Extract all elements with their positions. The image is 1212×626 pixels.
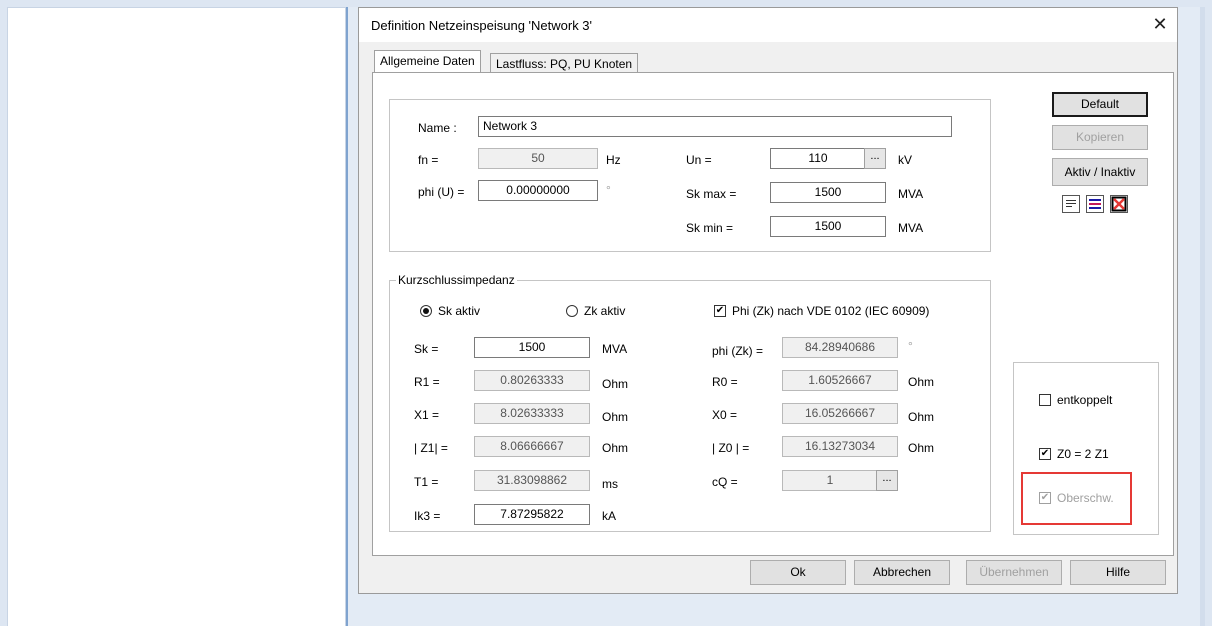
list-view-icon[interactable] <box>1062 195 1080 213</box>
z0-label: | Z0 | = <box>712 441 750 455</box>
phi-vde-label[interactable]: Phi (Zk) nach VDE 0102 (IEC 60909) <box>732 304 929 318</box>
short-circuit-group: Kurzschlussimpedanz Sk aktiv Zk aktiv ✔ … <box>389 273 991 532</box>
dialog-title: Definition Netzeinspeisung 'Network 3' <box>371 18 593 33</box>
x0-label: X0 = <box>712 408 738 422</box>
dialog-titlebar: Definition Netzeinspeisung 'Network 3' ✕ <box>359 8 1177 42</box>
sk-aktiv-radio[interactable] <box>420 305 432 317</box>
x0-field: 16.05266667 <box>782 403 898 424</box>
un-browse-button[interactable]: ... <box>864 148 886 169</box>
name-label: Name : <box>418 121 457 135</box>
z1-unit: Ohm <box>602 441 629 455</box>
tab-lastfluss[interactable]: Lastfluss: PQ, PU Knoten <box>490 53 639 74</box>
skmax-label: Sk max = <box>686 187 737 201</box>
r0-unit: Ohm <box>908 375 935 389</box>
r1-field: 0.80263333 <box>474 370 590 391</box>
r1-label: R1 = <box>414 375 440 389</box>
phi-u-label: phi (U) = <box>418 185 465 199</box>
x1-field: 8.02633333 <box>474 403 590 424</box>
entkoppelt-label[interactable]: entkoppelt <box>1057 393 1112 407</box>
phi-u-unit: ° <box>606 183 611 197</box>
z1-label: | Z1| = <box>414 441 448 455</box>
phi-zk-label: phi (Zk) = <box>712 344 764 358</box>
entkoppelt-checkbox[interactable] <box>1039 394 1051 406</box>
phi-u-input[interactable]: 0.00000000 <box>478 180 598 201</box>
z0-unit: Ohm <box>908 441 935 455</box>
sk-label: Sk = <box>414 342 439 356</box>
short-circuit-group-label: Kurzschlussimpedanz <box>396 273 517 287</box>
skmax-unit: MVA <box>898 187 924 201</box>
tab-panel: Name : Network 3 fn = 50 Hz phi (U) = 0.… <box>372 72 1174 556</box>
fn-field: 50 <box>478 148 598 169</box>
hilfe-button[interactable]: Hilfe <box>1070 560 1166 585</box>
sk-unit: MVA <box>602 342 628 356</box>
r0-label: R0 = <box>712 375 738 389</box>
cq-field: 1 <box>782 470 878 491</box>
tab-allgemeine-daten[interactable]: Allgemeine Daten <box>374 50 481 74</box>
oberschw-checkbox[interactable]: ✔ <box>1039 492 1051 504</box>
kopieren-button[interactable]: Kopieren <box>1052 125 1148 150</box>
general-data-group: Name : Network 3 fn = 50 Hz phi (U) = 0.… <box>389 99 991 252</box>
oberschw-label[interactable]: Oberschw. <box>1057 491 1114 505</box>
ik3-unit: kA <box>602 509 617 523</box>
fn-label: fn = <box>418 153 439 167</box>
x1-label: X1 = <box>414 408 440 422</box>
phi-zk-field: 84.28940686 <box>782 337 898 358</box>
zk-aktiv-radio[interactable] <box>566 305 578 317</box>
name-input[interactable]: Network 3 <box>478 116 952 137</box>
skmin-label: Sk min = <box>686 221 734 235</box>
aktiv-inaktiv-button[interactable]: Aktiv / Inaktiv <box>1052 158 1148 186</box>
un-unit: kV <box>898 153 913 167</box>
z0-2z1-label[interactable]: Z0 = 2 Z1 <box>1057 447 1109 461</box>
x0-unit: Ohm <box>908 410 935 424</box>
fn-unit: Hz <box>606 153 621 167</box>
options-group: entkoppelt ✔ Z0 = 2 Z1 ✔ Oberschw. <box>1013 362 1159 535</box>
skmax-input[interactable]: 1500 <box>770 182 886 203</box>
sk-input[interactable]: 1500 <box>474 337 590 358</box>
close-icon[interactable]: ✕ <box>1149 13 1171 35</box>
ik3-input[interactable]: 7.87295822 <box>474 504 590 525</box>
r0-field: 1.60526667 <box>782 370 898 391</box>
skmin-unit: MVA <box>898 221 924 235</box>
t1-unit: ms <box>602 477 618 491</box>
z0-2z1-checkbox[interactable]: ✔ <box>1039 448 1051 460</box>
phi-vde-checkbox[interactable]: ✔ <box>714 305 726 317</box>
zk-aktiv-label[interactable]: Zk aktiv <box>584 304 625 318</box>
x1-unit: Ohm <box>602 410 629 424</box>
phi-zk-unit: ° <box>908 339 913 353</box>
cq-browse-button[interactable]: ... <box>876 470 898 491</box>
default-button[interactable]: Default <box>1052 92 1148 117</box>
abbrechen-button[interactable]: Abbrechen <box>854 560 950 585</box>
un-label: Un = <box>686 153 712 167</box>
skmin-input[interactable]: 1500 <box>770 216 886 237</box>
color-bars-icon[interactable] <box>1086 195 1104 213</box>
delete-icon[interactable] <box>1110 195 1128 213</box>
z0-field: 16.13273034 <box>782 436 898 457</box>
ok-button[interactable]: Ok <box>750 560 846 585</box>
t1-field: 31.83098862 <box>474 470 590 491</box>
left-pane <box>7 7 346 626</box>
un-input[interactable]: 110 <box>770 148 866 169</box>
sk-aktiv-label[interactable]: Sk aktiv <box>438 304 480 318</box>
scrollbar-track[interactable] <box>1200 7 1205 626</box>
r1-unit: Ohm <box>602 377 629 391</box>
cq-label: cQ = <box>712 475 738 489</box>
t1-label: T1 = <box>414 475 439 489</box>
ik3-label: Ik3 = <box>414 509 441 523</box>
z1-field: 8.06666667 <box>474 436 590 457</box>
network-definition-dialog: Definition Netzeinspeisung 'Network 3' ✕… <box>358 7 1178 594</box>
uebernehmen-button[interactable]: Übernehmen <box>966 560 1062 585</box>
